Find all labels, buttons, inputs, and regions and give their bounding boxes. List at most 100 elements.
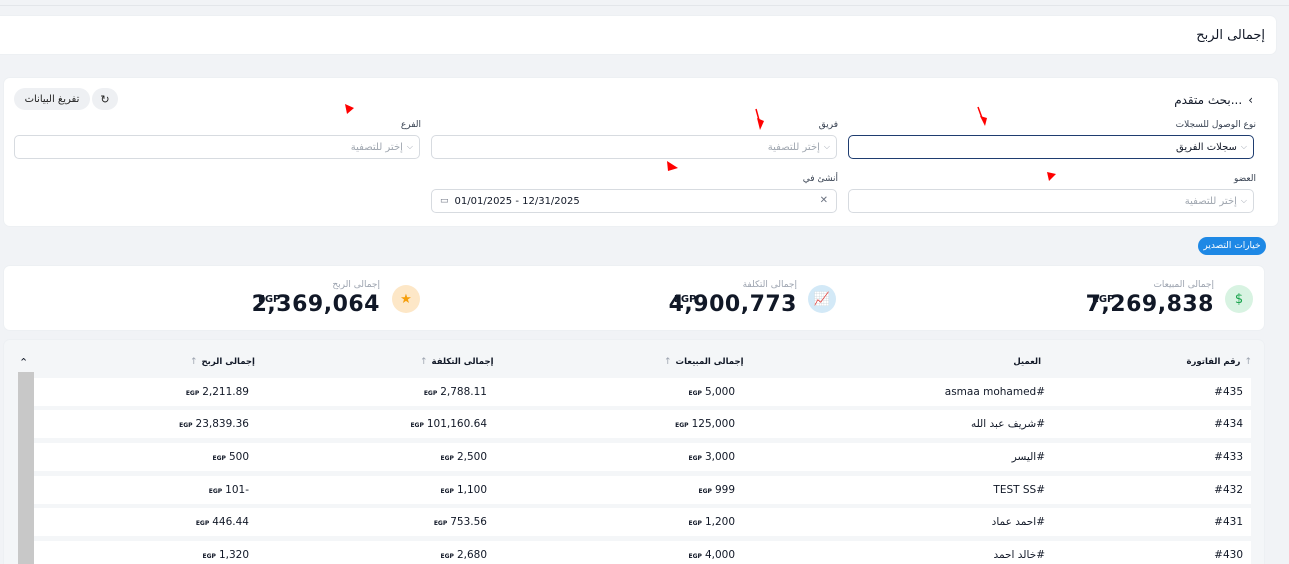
header-sales-label: إجمالى المبيعات: [675, 357, 744, 367]
cell-total-profit-value: 446.44: [212, 516, 249, 528]
cell-total-cost: EGP 753.56: [434, 516, 487, 528]
header-customer-label: العميل: [1013, 357, 1041, 367]
currency-label: EGP: [688, 520, 702, 527]
header-total-cost[interactable]: ↑ إجمالى التكلفة: [420, 357, 494, 367]
cell-total-profit-value: 500: [228, 451, 249, 463]
cell-total-profit: EGP 101-: [209, 484, 249, 496]
currency-label: EGP: [688, 390, 702, 397]
cell-customer-value: خالد احمد#: [993, 549, 1045, 561]
table-row[interactable]: #433 اليسر# EGP 3,000 EGP 2,500 EGP 500: [34, 443, 1251, 471]
currency-label: EGP: [208, 488, 223, 495]
vertical-scrollbar[interactable]: [18, 372, 34, 564]
currency-label: EGP: [423, 390, 438, 397]
cell-total-sales-value: 5,000: [704, 386, 735, 398]
cell-invoice-number-value: #432: [1214, 484, 1243, 496]
cell-total-profit-value: 101-: [225, 484, 249, 496]
table-row[interactable]: #431 احمد عماد# EGP 1,200 EGP 753.56 EGP 446.44: [34, 508, 1251, 536]
cell-customer-value: asmaa mohamed#: [944, 386, 1045, 398]
header-total-profit[interactable]: ↑ إجمالى الربح: [190, 357, 255, 367]
cell-total-profit-value: 1,320: [218, 549, 249, 561]
cell-invoice-number: #431: [1214, 516, 1243, 528]
header-invoice-label: رقم الفاتورة: [1186, 357, 1241, 367]
profit-star-icon: ★: [392, 285, 420, 313]
chevron-up-icon[interactable]: ⌃: [19, 356, 28, 369]
table-row[interactable]: #434 شريف عبد الله# EGP 125,000 EGP 101,160.6…: [34, 410, 1251, 438]
cost-currency: EGP: [674, 294, 697, 305]
stats-panel: $ إجمالى المبيعات 7,269,838 EGP 📈 إجمالى…: [4, 266, 1264, 330]
cell-customer: asmaa mohamed#: [945, 386, 1045, 398]
header-profit-label: إجمالى الربح: [201, 357, 255, 367]
cost-label: إجمالى التكلفة: [742, 280, 797, 290]
cell-total-profit: EGP 446.44: [196, 516, 249, 528]
cell-total-cost-value: 753.56: [450, 516, 487, 528]
annotation-arrow: [667, 161, 678, 171]
cell-customer: اليسر#: [1012, 451, 1045, 463]
sales-currency: EGP: [1092, 294, 1115, 305]
currency-label: EGP: [440, 455, 454, 462]
cell-total-sales-value: 4,000: [704, 549, 735, 561]
cell-invoice-number-value: #434: [1214, 418, 1243, 430]
header-cost-label: إجمالى التكلفة: [431, 357, 494, 367]
cell-invoice-number: #430: [1214, 549, 1243, 561]
currency-label: EGP: [212, 455, 226, 462]
cell-total-cost: EGP 2,680: [441, 549, 487, 561]
sort-arrow-icon: ↑: [1244, 357, 1252, 367]
cell-invoice-number: #434: [1214, 418, 1243, 430]
cell-invoice-number: #433: [1214, 451, 1243, 463]
cell-invoice-number-value: #433: [1214, 451, 1243, 463]
header-customer: العميل: [1013, 357, 1041, 367]
cell-total-cost-value: 1,100: [456, 484, 487, 496]
annotation-arrow: [345, 104, 354, 114]
profit-label: إجمالى الربح: [332, 280, 380, 290]
currency-label: EGP: [440, 553, 454, 560]
currency-label: EGP: [195, 520, 210, 527]
cell-customer-value: احمد عماد#: [991, 516, 1045, 528]
cost-chart-icon: 📈: [808, 285, 836, 313]
currency-label: EGP: [688, 553, 702, 560]
cell-invoice-number: #432: [1214, 484, 1243, 496]
currency-label: EGP: [675, 422, 689, 429]
cell-total-sales: EGP 3,000: [689, 451, 735, 463]
currency-label: EGP: [688, 455, 702, 462]
cell-customer-value: TEST SS#: [993, 484, 1045, 496]
cell-total-sales: EGP 5,000: [689, 386, 735, 398]
cell-customer-value: اليسر#: [1011, 451, 1045, 463]
cell-total-cost-value: 2,680: [456, 549, 487, 561]
cell-total-profit-value: 23,839.36: [195, 418, 249, 430]
currency-label: EGP: [698, 488, 712, 495]
cell-total-profit: EGP 1,320: [203, 549, 249, 561]
cell-total-cost: EGP 2,788.11: [424, 386, 487, 398]
cell-total-sales-value: 1,200: [704, 516, 735, 528]
cell-total-profit: EGP 23,839.36: [179, 418, 249, 430]
export-options-button[interactable]: خيارات التصدير: [1198, 237, 1266, 255]
cell-invoice-number-value: #430: [1214, 549, 1243, 561]
annotation-arrow: [1047, 172, 1056, 181]
currency-label: EGP: [440, 488, 454, 495]
table-row[interactable]: #430 خالد احمد# EGP 4,000 EGP 2,680 EGP 1,320: [34, 541, 1251, 564]
sort-arrow-icon: ↑: [664, 357, 672, 367]
cell-total-sales-value: 3,000: [704, 451, 735, 463]
table-row[interactable]: #432 TEST SS# EGP 999 EGP 1,100 EGP 101-: [34, 476, 1251, 504]
currency-label: EGP: [179, 422, 193, 429]
sort-arrow-icon: ↑: [190, 357, 198, 367]
currency-label: EGP: [410, 422, 424, 429]
cell-customer: TEST SS#: [993, 484, 1045, 496]
header-invoice-number[interactable]: رقم الفاتورة ↑: [1187, 357, 1252, 367]
cell-total-cost: EGP 2,500: [441, 451, 487, 463]
header-total-sales[interactable]: ↑ إجمالى المبيعات: [664, 357, 744, 367]
cell-total-sales-value: 125,000: [691, 418, 735, 430]
cell-total-sales: EGP 125,000: [675, 418, 735, 430]
cell-invoice-number-value: #435: [1214, 386, 1243, 398]
cell-total-cost: EGP 1,100: [441, 484, 487, 496]
cell-total-sales: EGP 4,000: [689, 549, 735, 561]
cell-total-profit: EGP 2,211.89: [186, 386, 249, 398]
cell-total-sales-value: 999: [714, 484, 735, 496]
cell-total-cost-value: 2,788.11: [440, 386, 487, 398]
currency-label: EGP: [433, 520, 448, 527]
table-row[interactable]: #435 asmaa mohamed# EGP 5,000 EGP 2,788.11 EGP…: [34, 378, 1251, 406]
cell-total-sales: EGP 999: [699, 484, 735, 496]
cell-total-profit-value: 2,211.89: [202, 386, 249, 398]
cell-total-cost-value: 2,500: [456, 451, 487, 463]
sales-label: إجمالى المبيعات: [1153, 280, 1214, 290]
cell-customer-value: شريف عبد الله#: [970, 418, 1045, 430]
